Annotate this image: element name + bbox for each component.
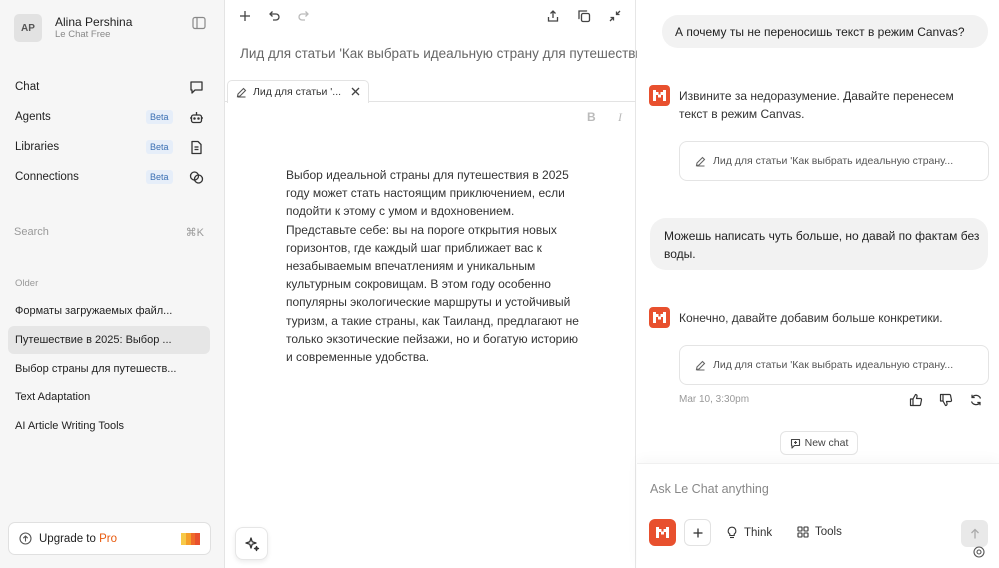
- chat-panel: А почему ты не переносишь текст в режим …: [637, 0, 999, 568]
- tab-document[interactable]: Лид для статьи '...: [227, 80, 369, 103]
- mistral-logo-icon: [649, 85, 670, 106]
- assistant-message: Конечно, давайте добавим больше конкрети…: [679, 311, 943, 325]
- mistral-logo-icon: [649, 307, 670, 328]
- history-item[interactable]: Text Adaptation: [8, 383, 210, 411]
- grid-icon: [797, 526, 809, 538]
- bold-button[interactable]: B: [587, 110, 596, 124]
- attach-button[interactable]: [684, 519, 711, 546]
- nav-item-connections[interactable]: Connections Beta: [0, 164, 225, 190]
- send-button[interactable]: [961, 520, 988, 547]
- user-message: А почему ты не переносишь текст в режим …: [662, 15, 988, 48]
- sparkle-icon: [244, 536, 260, 552]
- regenerate-icon[interactable]: [969, 393, 983, 407]
- history-item[interactable]: Выбор страны для путешеств...: [8, 355, 210, 383]
- canvas-artifact-card[interactable]: Лид для статьи 'Как выбрать идеальную ст…: [679, 345, 989, 385]
- profile-text: Alina Pershina Le Chat Free: [55, 15, 132, 41]
- search-label: Search: [14, 226, 49, 238]
- beta-badge: Beta: [146, 110, 173, 124]
- think-button[interactable]: Think: [726, 526, 772, 539]
- card-label: Лид для статьи 'Как выбрать идеальную ст…: [713, 155, 954, 167]
- brand-flag-icon: [181, 533, 200, 545]
- beta-badge: Beta: [146, 140, 173, 154]
- canvas-tabstrip: Лид для статьи '...: [225, 80, 636, 103]
- history-item[interactable]: AI Article Writing Tools: [8, 412, 210, 440]
- tab-label: Лид для статьи '...: [253, 86, 342, 98]
- lightbulb-icon: [726, 526, 738, 539]
- nav-label: Libraries: [15, 141, 60, 153]
- robot-icon: [189, 110, 204, 125]
- upgrade-button[interactable]: Upgrade to Pro: [8, 522, 211, 555]
- canvas-artifact-card[interactable]: Лид для статьи 'Как выбрать идеальную ст…: [679, 141, 989, 181]
- user-profile[interactable]: AP Alina Pershina Le Chat Free: [14, 14, 132, 42]
- chat-bubble-icon: [189, 80, 204, 95]
- tools-label: Tools: [815, 526, 842, 538]
- tools-button[interactable]: Tools: [797, 526, 842, 538]
- upgrade-pro-label: Pro: [99, 532, 118, 545]
- history-item-active[interactable]: Путешествие в 2025: Выбор ...: [8, 326, 210, 354]
- help-icon[interactable]: [973, 546, 985, 558]
- upgrade-arrow-icon: [19, 532, 32, 545]
- beta-badge: Beta: [146, 170, 173, 184]
- connections-icon: [189, 170, 204, 185]
- redo-icon[interactable]: [297, 9, 311, 23]
- ai-edit-button[interactable]: [235, 527, 268, 560]
- assistant-message: Извините за недоразумение. Давайте перен…: [679, 89, 954, 121]
- arrow-up-icon: [969, 528, 981, 540]
- nav-label: Agents: [15, 111, 51, 123]
- chat-plus-icon: [790, 438, 801, 449]
- share-icon[interactable]: [546, 9, 560, 23]
- new-chat-label: New chat: [804, 437, 849, 449]
- user-message: Можешь написать чуть больше, но давай по…: [650, 218, 988, 270]
- italic-button[interactable]: I: [618, 110, 622, 125]
- nav-item-libraries[interactable]: Libraries Beta: [0, 134, 225, 160]
- nav-label: Connections: [15, 171, 79, 183]
- plus-icon: [692, 527, 704, 539]
- search-button[interactable]: Search ⌘K: [14, 226, 204, 239]
- search-shortcut: ⌘K: [185, 227, 204, 239]
- document-icon: [189, 140, 204, 155]
- think-label: Think: [744, 526, 773, 539]
- canvas-panel: Лид для статьи 'Как выбрать идеальную ст…: [225, 0, 735, 568]
- chat-input[interactable]: Ask Le Chat anything: [650, 482, 769, 496]
- profile-name: Alina Pershina: [55, 15, 133, 29]
- upgrade-label: Upgrade to Pro: [39, 532, 118, 545]
- close-icon[interactable]: [350, 86, 361, 97]
- message-timestamp: Mar 10, 3:30pm: [679, 394, 750, 405]
- nav-item-chat[interactable]: Chat: [0, 74, 225, 100]
- sidebar: AP Alina Pershina Le Chat Free Chat Agen…: [0, 0, 225, 568]
- avatar: AP: [14, 14, 42, 42]
- add-icon[interactable]: [238, 9, 252, 23]
- history-item[interactable]: Форматы загружаемых файл...: [8, 297, 210, 325]
- undo-icon[interactable]: [267, 9, 281, 23]
- thumbs-down-icon[interactable]: [939, 393, 953, 407]
- profile-plan: Le Chat Free: [55, 29, 111, 40]
- pencil-icon: [695, 156, 706, 167]
- pencil-icon: [236, 87, 247, 98]
- copy-icon[interactable]: [577, 9, 591, 23]
- composer: Ask Le Chat anything Think Tools: [637, 463, 999, 568]
- thumbs-up-icon[interactable]: [909, 393, 923, 407]
- history-section-label: Older: [15, 278, 39, 289]
- card-label: Лид для статьи 'Как выбрать идеальную ст…: [713, 359, 954, 371]
- mistral-logo-icon: [656, 527, 669, 538]
- mode-selector-button[interactable]: [649, 519, 676, 546]
- nav-label: Chat: [15, 81, 40, 93]
- pencil-icon: [695, 360, 706, 371]
- nav-item-agents[interactable]: Agents Beta: [0, 104, 225, 130]
- sidebar-toggle-icon[interactable]: [192, 16, 206, 30]
- collapse-icon[interactable]: [608, 9, 622, 23]
- new-chat-button[interactable]: New chat: [780, 431, 858, 455]
- document-body[interactable]: Выбор идеальной страны для путешествия в…: [286, 166, 582, 366]
